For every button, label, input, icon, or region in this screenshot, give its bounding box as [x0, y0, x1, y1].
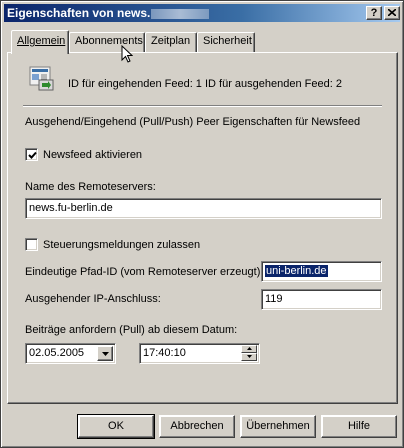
tab-label: Allgemein — [17, 35, 66, 47]
control-messages-label-text: Steuerungsmeldungen zulassen — [43, 239, 201, 251]
remote-server-value: news.fu-berlin.de — [29, 202, 113, 214]
tab-allgemein[interactable]: Allgemein — [11, 30, 69, 54]
ok-button[interactable]: OK — [77, 414, 155, 439]
remote-server-input[interactable]: news.fu-berlin.de — [25, 198, 382, 219]
tab-panel-allgemein: ID für eingehenden Feed: 1 ID für ausgeh… — [7, 52, 398, 404]
peer-description: Ausgehend/Eingehend (Pull/Push) Peer Eig… — [25, 116, 361, 128]
tab-sicherheit[interactable]: Sicherheit — [197, 32, 255, 52]
cancel-button[interactable]: Abbrechen — [159, 415, 235, 438]
cancel-button-label: Abbrechen — [170, 420, 224, 432]
close-title-button[interactable] — [384, 6, 400, 20]
arrow-down-icon — [246, 355, 252, 358]
question-icon: ? — [370, 7, 378, 19]
help-button[interactable]: Hilfe — [321, 415, 397, 438]
path-id-label: Eindeutige Pfad-ID (vom Remoteserver erz… — [25, 266, 264, 278]
remote-server-label: Name des Remoteservers: — [25, 181, 156, 193]
arrow-up-icon — [246, 347, 252, 350]
properties-dialog: Eigenschaften von news. ? Allgemein Abon… — [0, 0, 404, 448]
help-title-button[interactable]: ? — [366, 6, 382, 20]
outgoing-port-value: 119 — [265, 293, 283, 305]
time-spin-up-button[interactable] — [241, 345, 257, 353]
chevron-down-icon — [101, 352, 109, 356]
newsfeed-icon — [29, 66, 54, 91]
time-spin-down-button[interactable] — [241, 353, 257, 361]
title-bar[interactable]: Eigenschaften von news. — [4, 4, 400, 22]
outgoing-port-label: Ausgehender IP-Anschluss: — [25, 293, 161, 305]
path-id-value: uni-berlin.de — [265, 265, 328, 277]
tab-label: Zeitplan — [151, 35, 191, 47]
control-messages-checkbox[interactable] — [25, 238, 38, 251]
time-picker[interactable]: 17:40:10 — [139, 343, 260, 364]
date-dropdown-button[interactable] — [97, 346, 113, 361]
time-value: 17:40:10 — [143, 347, 186, 359]
date-value: 02.05.2005 — [29, 347, 85, 359]
checkmark-icon — [28, 151, 37, 159]
mouse-cursor-icon — [121, 45, 133, 63]
tab-zeitplan[interactable]: Zeitplan — [145, 32, 197, 52]
path-id-input[interactable]: uni-berlin.de — [261, 261, 382, 282]
tab-label: Sicherheit — [203, 35, 252, 47]
apply-button[interactable]: Übernehmen — [240, 415, 316, 438]
enable-feed-label[interactable]: Newsfeed aktivieren — [43, 149, 142, 161]
outgoing-port-input[interactable]: 119 — [261, 289, 382, 310]
date-picker[interactable]: 02.05.2005 — [25, 343, 116, 364]
feed-ids-text: ID für eingehenden Feed: 1 ID für ausgeh… — [68, 78, 342, 90]
window-title: Eigenschaften von news. — [7, 6, 151, 20]
help-button-label: Hilfe — [347, 420, 370, 432]
separator — [23, 105, 382, 107]
enable-feed-checkbox[interactable] — [25, 148, 38, 161]
close-icon — [388, 9, 396, 16]
pull-date-label: Beiträge anfordern (Pull) ab diesem Datu… — [25, 324, 238, 336]
control-messages-label[interactable]: Steuerungsmeldungen zulassen — [43, 239, 200, 251]
redacted-hostname — [151, 8, 210, 19]
enable-feed-label-text: Newsfeed aktivieren — [43, 149, 143, 161]
tab-abonnements[interactable]: Abonnements — [69, 32, 145, 52]
ok-button-label: OK — [108, 420, 124, 432]
apply-button-label: Übernehmen — [246, 420, 310, 432]
